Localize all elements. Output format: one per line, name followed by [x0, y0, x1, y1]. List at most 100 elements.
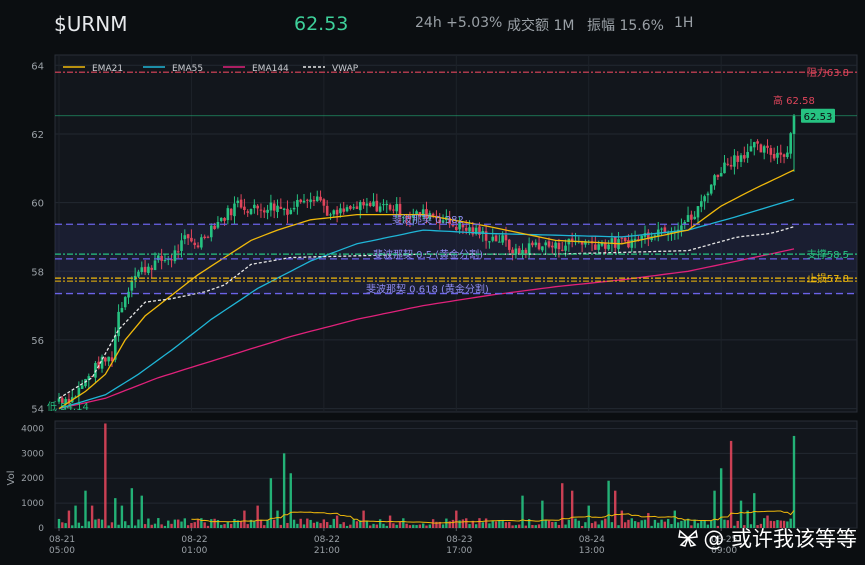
volume-bar [90, 505, 94, 528]
volume-bar [584, 522, 587, 528]
volume-bar [428, 524, 432, 528]
volume-bar [229, 523, 233, 528]
candle [186, 234, 190, 239]
candle [206, 236, 210, 238]
candle [541, 246, 544, 251]
volume-bar [570, 490, 574, 528]
watermark: @ 或许我该等等 [677, 523, 857, 553]
candle [209, 225, 213, 238]
volume-bar [670, 524, 673, 528]
candle [372, 201, 375, 207]
volume-bar [309, 519, 312, 528]
volume-bar [352, 519, 355, 528]
volume-bar [213, 518, 216, 528]
volume-bar [574, 518, 577, 528]
volume-bar [97, 518, 100, 528]
candle [726, 163, 730, 165]
candle [385, 203, 389, 206]
volume-bar [286, 522, 289, 528]
candle [703, 196, 706, 202]
volume-bar [633, 521, 637, 528]
volume-bar [594, 521, 597, 528]
candle [789, 133, 792, 154]
volume-tick-label: 2000 [21, 474, 44, 484]
volume-bar [206, 525, 210, 528]
candle [213, 225, 216, 229]
volume-bar [74, 505, 77, 528]
volume-bar [474, 524, 478, 528]
candle [680, 225, 683, 230]
volume-tick-label: 3000 [21, 449, 44, 459]
candle [388, 204, 392, 210]
candle [749, 146, 753, 152]
level-label-resistance: 阻力63.8 [807, 66, 849, 79]
chart-header: $URNM 62.53 24h +5.03% 成交额 1M 振幅 15.6% 1… [0, 0, 865, 52]
volume-bar [210, 519, 213, 528]
candle [233, 203, 236, 217]
candle [554, 242, 557, 249]
volume-bar [107, 525, 110, 528]
stat-timeframe[interactable]: 1H [674, 15, 693, 31]
candle [332, 210, 336, 215]
volume-bar [170, 523, 173, 528]
candle [392, 209, 395, 211]
candle [279, 206, 283, 209]
legend-label: EMA144 [252, 64, 289, 74]
volume-bar [666, 518, 670, 528]
volume-bar [554, 521, 557, 528]
candle [776, 152, 779, 158]
candle [200, 237, 203, 248]
volume-bar [567, 519, 571, 528]
volume-bar [375, 524, 379, 528]
candle [147, 266, 150, 273]
candle [302, 200, 306, 203]
candle [329, 214, 332, 216]
volume-bar [663, 521, 667, 528]
candle [454, 226, 458, 230]
candle [246, 211, 250, 213]
candle [597, 244, 600, 250]
volume-bar [84, 490, 87, 528]
candle [339, 208, 342, 214]
legend-label: EMA21 [92, 64, 123, 74]
candle [282, 208, 286, 210]
volume-bar [223, 524, 226, 528]
volume-bar [544, 519, 547, 528]
volume-bar [501, 519, 504, 528]
candle [531, 242, 534, 246]
volume-bar [167, 520, 170, 528]
candle [468, 227, 471, 232]
stat-24h-change: 24h +5.03% [415, 15, 503, 31]
volume-bar [117, 524, 120, 528]
candle [104, 357, 107, 362]
candle [163, 259, 167, 261]
candle [491, 236, 495, 241]
symbol-title: $URNM [54, 12, 128, 36]
volume-bar [299, 518, 302, 528]
candle [319, 196, 322, 201]
candle [527, 243, 531, 254]
volume-bar [203, 522, 206, 528]
x-tick-label-date: 08-24 [579, 535, 605, 545]
candle [772, 154, 776, 159]
candle [365, 203, 369, 206]
volume-bar [153, 523, 157, 528]
volume-bar [385, 525, 388, 528]
volume-bar [643, 519, 647, 528]
volume-bar [196, 518, 200, 528]
volume-bar [494, 521, 498, 528]
volume-bar [94, 519, 97, 528]
candle [349, 206, 352, 209]
x-tick-label-date: 08-21 [49, 535, 75, 545]
volume-tick-label: 1000 [21, 499, 44, 509]
volume-bar [259, 520, 263, 528]
volume-bar [445, 518, 448, 528]
volume-bar [402, 518, 405, 528]
y-tick-label: 58 [31, 267, 44, 278]
volume-bar [276, 510, 279, 528]
candle [355, 206, 359, 210]
volume-bar [127, 525, 130, 528]
price-chart[interactable]: 545658606264斐波那契 0.382斐波那契 0.5 (黄金分割)斐波那… [0, 52, 865, 420]
candle [660, 228, 663, 230]
volume-bar [282, 453, 286, 528]
